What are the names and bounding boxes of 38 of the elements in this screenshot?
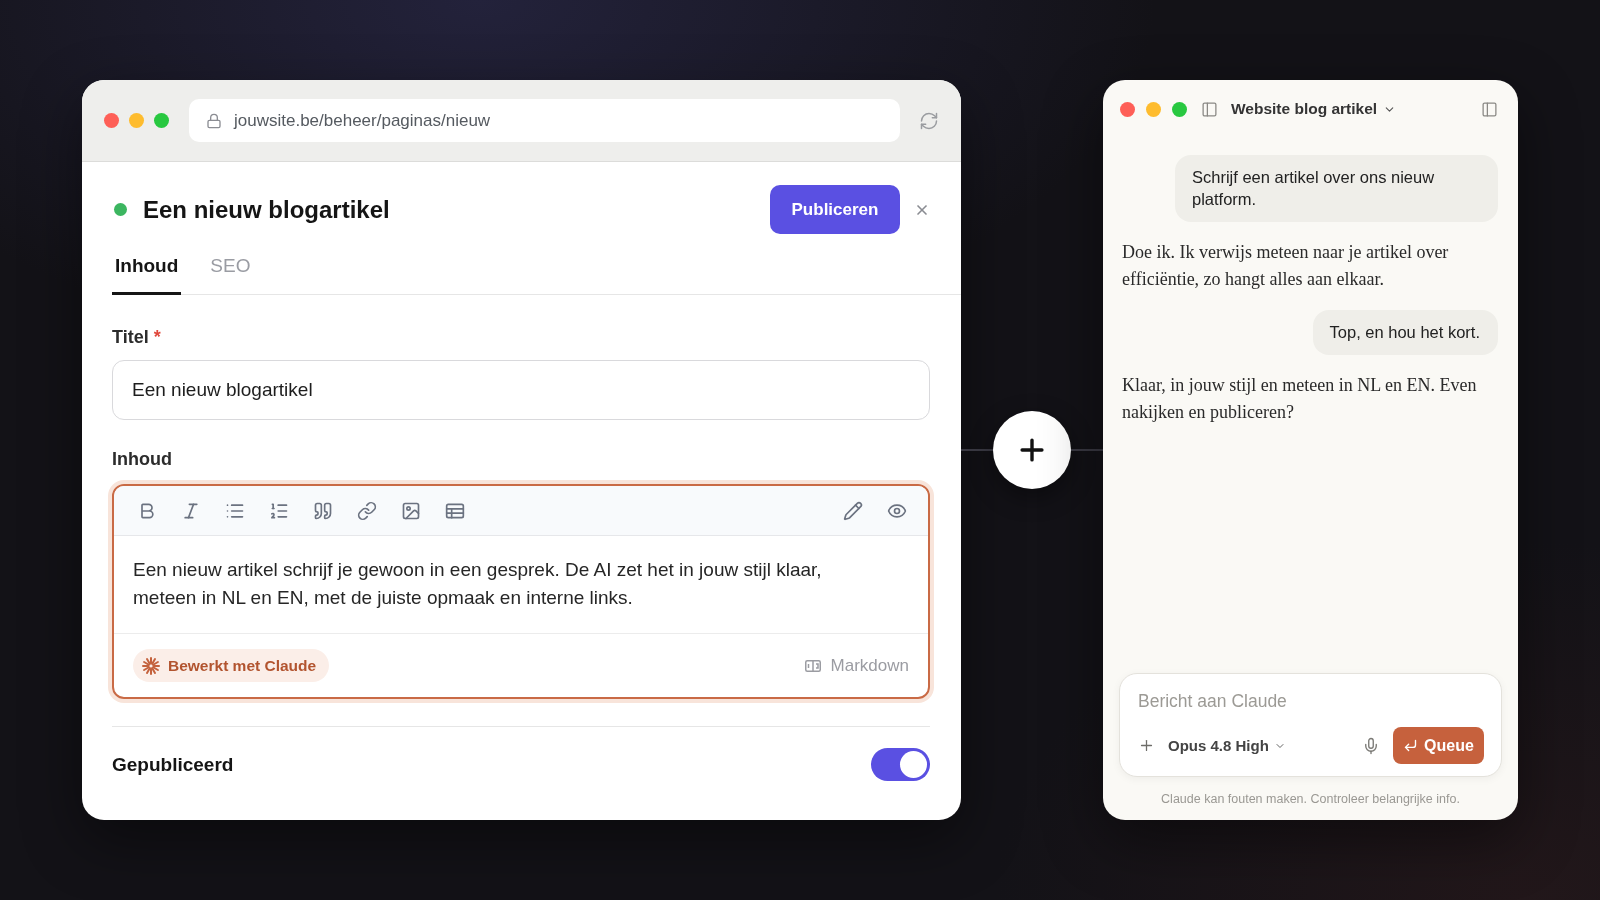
panel-icon[interactable] (1201, 100, 1218, 118)
field-label: Inhoud (112, 448, 172, 470)
badge-label: Bewerkt met Claude (168, 656, 317, 675)
disclaimer-text: Claude kan fouten maken. Controleer belangrijke info. (1160, 791, 1461, 807)
image-icon[interactable] (401, 500, 421, 521)
user-message: Schrijf een artikel over ons nieuw platform. (1175, 155, 1498, 222)
published-toggle[interactable] (871, 748, 930, 781)
sparkle-icon (142, 656, 160, 675)
assistant-message: Doe ik. Ik verwijs meteen naar je artikel over efficiëntie, zo hangt alles aan elkaar. (1122, 241, 1450, 291)
published-label: Gepubliceerd (112, 753, 234, 776)
tab[interactable]: Inhoud (112, 246, 182, 295)
italic-icon[interactable] (181, 500, 201, 521)
assistant-message: Klaar, in jouw stijl en meteen in NL en EN. Even nakijken en publiceren? (1122, 374, 1478, 424)
publish-button[interactable]: Publiceren (770, 185, 900, 234)
required-mark: * (153, 326, 161, 348)
markdown-icon (804, 659, 821, 672)
quote-icon[interactable] (313, 500, 333, 521)
message-input[interactable]: Bericht aan Claude (1138, 688, 1484, 714)
enter-icon (1403, 738, 1419, 753)
refresh-icon[interactable] (919, 110, 939, 131)
window-close-icon[interactable] (104, 113, 119, 128)
model-selector[interactable]: Opus 4.8 High (1168, 737, 1286, 754)
title-input[interactable]: Een nieuw blogartikel (112, 360, 930, 420)
editor-text-area[interactable]: Een nieuw artikel schrijf je gewoon in een gesprek. De AI zet het in jouw stijl klaar, meteen in NL en EN, met de juiste opmaak en interne links. (133, 556, 855, 612)
window-close-icon[interactable] (1120, 101, 1135, 117)
chat-title-dropdown[interactable]: Website blog artikel (1231, 100, 1397, 118)
queue-button[interactable]: Queue (1393, 727, 1484, 764)
url-text: jouwsite.be/beheer/paginas/nieuw (234, 110, 491, 131)
add-icon[interactable] (1138, 737, 1155, 754)
pencil-icon[interactable] (843, 500, 863, 521)
microphone-icon[interactable] (1362, 736, 1380, 755)
link-icon[interactable] (357, 500, 377, 521)
page-title: Een nieuw blogartikel (143, 195, 391, 224)
panel-icon[interactable] (1481, 100, 1498, 118)
user-message: Top, en hou het kort. (1312, 310, 1498, 355)
field-label: Titel (112, 326, 149, 348)
lock-icon (206, 112, 222, 129)
address-bar[interactable]: jouwsite.be/beheer/paginas/nieuw (189, 99, 900, 142)
